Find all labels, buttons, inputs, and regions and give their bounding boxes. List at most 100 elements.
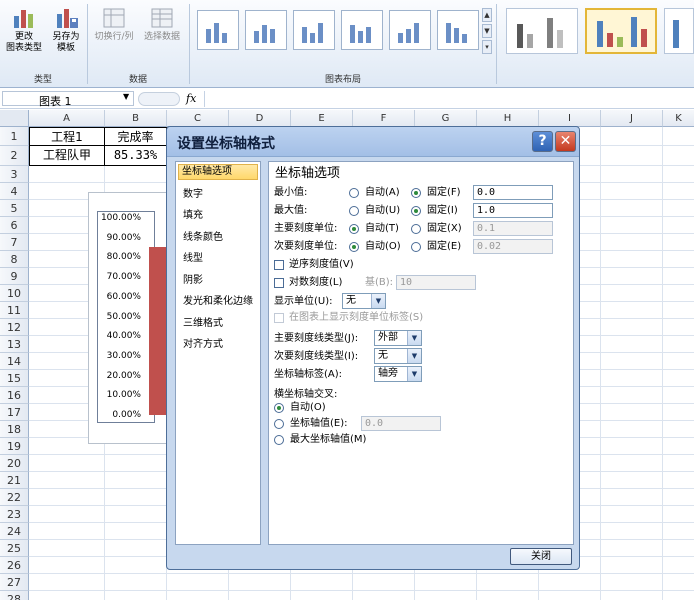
axis-labels-select[interactable]: 轴旁 ▼ [374, 366, 422, 382]
row-header-14[interactable]: 14 [0, 353, 29, 370]
row-header-7[interactable]: 7 [0, 234, 29, 251]
sheet-row[interactable] [29, 574, 694, 591]
display-units-select[interactable]: 无 ▼ [342, 293, 386, 309]
major-tick-type-select[interactable]: 外部 ▼ [374, 330, 422, 346]
cross-auto-radio[interactable] [274, 403, 284, 413]
sheet-row[interactable] [29, 591, 694, 600]
nav-item-4[interactable]: 线型 [178, 250, 258, 268]
max-value-input[interactable]: 1.0 [473, 203, 553, 218]
switch-row-column-button[interactable]: 切换行/列 [90, 6, 138, 43]
min-value-input[interactable]: 0.0 [473, 185, 553, 200]
row-header-9[interactable]: 9 [0, 268, 29, 285]
show-units-label-checkbox[interactable] [274, 313, 284, 323]
layout-more-icon[interactable]: ▾ [482, 40, 492, 54]
row-header-24[interactable]: 24 [0, 523, 29, 540]
minor-tick-type-select[interactable]: 无 ▼ [374, 348, 422, 364]
chart-layout-2[interactable] [245, 10, 287, 50]
row-header-28[interactable]: 28 [0, 591, 29, 600]
row-header-12[interactable]: 12 [0, 319, 29, 336]
row-header-4[interactable]: 4 [0, 183, 29, 200]
chart-style-2-selected[interactable] [585, 8, 657, 54]
nav-item-3[interactable]: 线条颜色 [178, 229, 258, 247]
chart-object[interactable]: 100.00% 90.00% 80.00% 70.00% 60.00% 50.00% 40.… [88, 192, 169, 444]
help-icon[interactable]: ? [532, 131, 553, 152]
fx-icon[interactable]: fx [186, 92, 196, 105]
nav-item-6[interactable]: 发光和柔化边缘 [178, 293, 258, 311]
cell-a1[interactable]: 工程1 [29, 127, 105, 146]
chart-layout-5[interactable] [389, 10, 431, 50]
dialog-titlebar[interactable]: 设置坐标轴格式 ? ✕ [167, 127, 579, 157]
row-header-2[interactable]: 2 [0, 146, 29, 166]
max-fixed-radio[interactable] [411, 206, 421, 216]
chart-style-3[interactable] [664, 8, 694, 54]
row-header-17[interactable]: 17 [0, 404, 29, 421]
column-header-f[interactable]: F [353, 110, 415, 127]
close-icon[interactable]: ✕ [555, 131, 576, 152]
chevron-down-icon[interactable]: ▼ [407, 367, 421, 381]
row-header-25[interactable]: 25 [0, 540, 29, 557]
change-chart-type-button[interactable]: 更改 图表类型 [4, 6, 44, 54]
formula-bar-resize-handle[interactable] [138, 92, 180, 106]
chevron-down-icon[interactable]: ▼ [407, 349, 421, 363]
min-auto-radio[interactable] [349, 188, 359, 198]
row-header-20[interactable]: 20 [0, 455, 29, 472]
row-header-13[interactable]: 13 [0, 336, 29, 353]
nav-item-0[interactable]: 坐标轴选项 [178, 164, 258, 180]
log-base-input[interactable]: 10 [396, 275, 476, 290]
column-header-k[interactable]: K [663, 110, 694, 127]
column-header-d[interactable]: D [229, 110, 291, 127]
cell-b2[interactable]: 85.33% [105, 146, 167, 166]
log-scale-checkbox[interactable] [274, 278, 284, 288]
chevron-down-icon[interactable]: ▼ [371, 294, 385, 308]
cross-max-radio[interactable] [274, 435, 284, 445]
column-header-c[interactable]: C [167, 110, 229, 127]
row-header-23[interactable]: 23 [0, 506, 29, 523]
row-header-21[interactable]: 21 [0, 472, 29, 489]
row-header-1[interactable]: 1 [0, 127, 29, 146]
chart-layout-4[interactable] [341, 10, 383, 50]
row-header-6[interactable]: 6 [0, 217, 29, 234]
minor-auto-radio[interactable] [349, 242, 359, 252]
nav-item-8[interactable]: 对齐方式 [178, 336, 258, 354]
name-box[interactable]: 图表 1 ▼ [2, 91, 134, 108]
row-header-19[interactable]: 19 [0, 438, 29, 455]
layout-scroll-down-icon[interactable]: ▼ [482, 24, 492, 38]
nav-item-2[interactable]: 填充 [178, 207, 258, 225]
chart-layout-1[interactable] [197, 10, 239, 50]
save-as-template-button[interactable]: 另存为 模板 [46, 6, 86, 54]
formula-input[interactable] [204, 91, 692, 107]
row-header-18[interactable]: 18 [0, 421, 29, 438]
nav-item-1[interactable]: 数字 [178, 186, 258, 204]
column-header-b[interactable]: B [105, 110, 167, 127]
column-header-i[interactable]: I [539, 110, 601, 127]
column-header-h[interactable]: H [477, 110, 539, 127]
reverse-checkbox[interactable] [274, 260, 284, 270]
row-header-22[interactable]: 22 [0, 489, 29, 506]
major-auto-radio[interactable] [349, 224, 359, 234]
cross-axis-value-input[interactable]: 0.0 [361, 416, 441, 431]
cell-b1[interactable]: 完成率 [105, 127, 167, 146]
row-header-27[interactable]: 27 [0, 574, 29, 591]
cell-a2[interactable]: 工程队甲 [29, 146, 105, 166]
chart-style-1[interactable] [506, 8, 578, 54]
nav-item-5[interactable]: 阴影 [178, 272, 258, 290]
row-header-3[interactable]: 3 [0, 166, 29, 183]
major-unit-input[interactable]: 0.1 [473, 221, 553, 236]
row-header-15[interactable]: 15 [0, 370, 29, 387]
minor-fixed-radio[interactable] [411, 242, 421, 252]
column-header-e[interactable]: E [291, 110, 353, 127]
chevron-down-icon[interactable]: ▼ [407, 331, 421, 345]
column-header-a[interactable]: A [29, 110, 105, 127]
row-header-5[interactable]: 5 [0, 200, 29, 217]
chart-layout-6[interactable] [437, 10, 479, 50]
cross-axis-value-radio[interactable] [274, 419, 284, 429]
row-header-10[interactable]: 10 [0, 285, 29, 302]
row-header-11[interactable]: 11 [0, 302, 29, 319]
max-auto-radio[interactable] [349, 206, 359, 216]
column-header-g[interactable]: G [415, 110, 477, 127]
nav-item-7[interactable]: 三维格式 [178, 315, 258, 333]
layout-scroll-up-icon[interactable]: ▲ [482, 8, 492, 22]
close-button[interactable]: 关闭 [510, 548, 572, 565]
minor-unit-input[interactable]: 0.02 [473, 239, 553, 254]
major-fixed-radio[interactable] [411, 224, 421, 234]
